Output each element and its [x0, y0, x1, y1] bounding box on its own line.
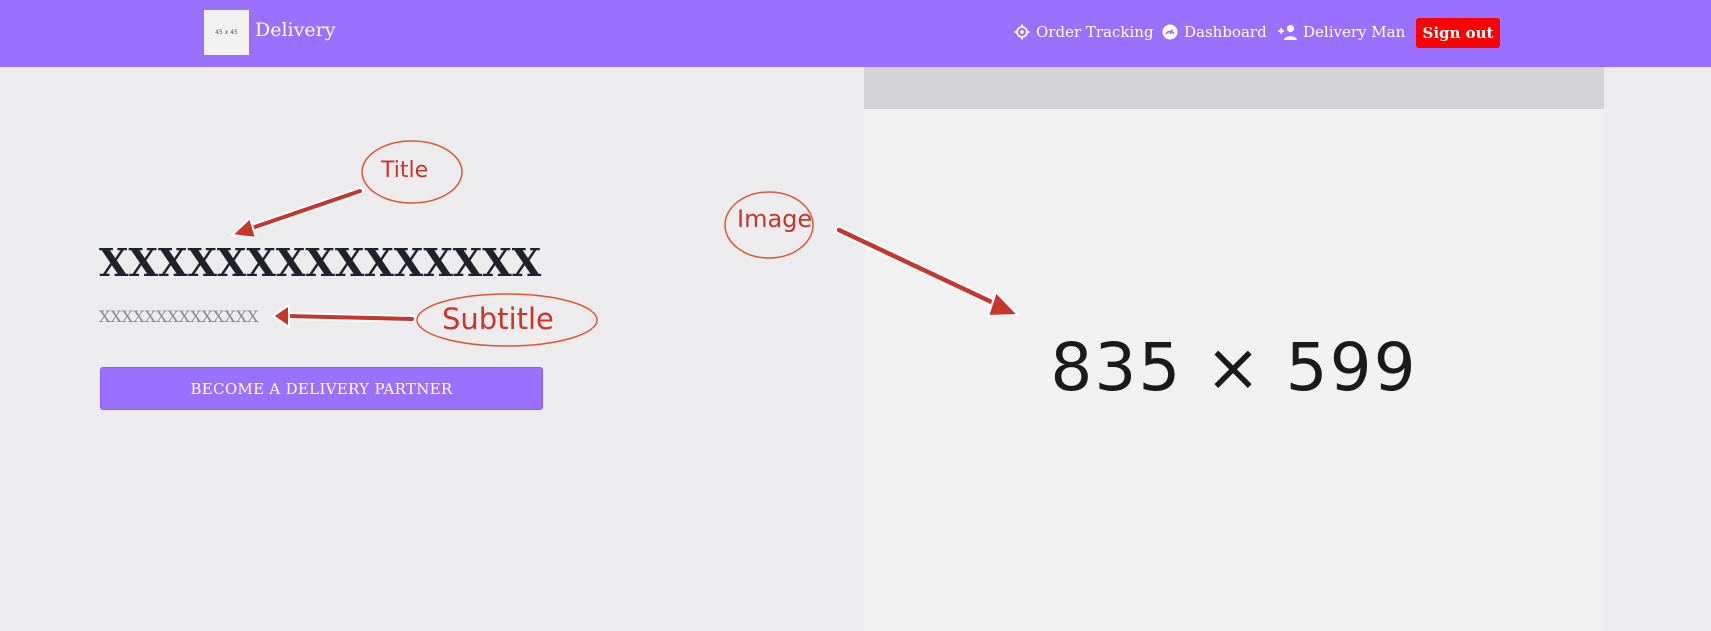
title-arrow-icon — [229, 187, 364, 240]
nav-order-tracking[interactable]: Order Tracking — [1014, 22, 1154, 42]
become-partner-button[interactable]: BECOME A DELIVERY PARTNER — [100, 367, 543, 410]
nav-order-tracking-label: Order Tracking — [1036, 23, 1154, 41]
person-add-icon — [1278, 24, 1297, 40]
logo-placeholder[interactable]: 45 x 45 — [204, 10, 249, 55]
subtitle-annotation-label: Subtitle — [442, 302, 554, 336]
crosshair-icon — [1014, 24, 1030, 40]
sign-out-button[interactable]: Sign out — [1416, 18, 1500, 48]
logo-size-text: 45 x 45 — [215, 29, 238, 36]
subtitle-arrow-icon — [271, 303, 416, 329]
hero-title: XXXXXXXXXXXXXXX — [99, 240, 542, 285]
hero-subtitle: XXXXXXXXXXXXXX — [99, 307, 259, 326]
hero-image-placeholder: 835 × 599 — [864, 67, 1604, 631]
image-annotation-label: Image — [737, 205, 813, 233]
image-top-band — [864, 67, 1604, 109]
gauge-icon — [1162, 24, 1178, 40]
nav-delivery-man[interactable]: Delivery Man — [1278, 22, 1405, 42]
brand-name[interactable]: Delivery — [255, 19, 335, 41]
image-dimensions-text: 835 × 599 — [1050, 329, 1418, 406]
nav-delivery-man-label: Delivery Man — [1303, 23, 1406, 41]
top-navbar: 45 x 45 Delivery Order Tracking Dashboar… — [0, 0, 1711, 67]
nav-dashboard[interactable]: Dashboard — [1162, 22, 1267, 42]
nav-dashboard-label: Dashboard — [1184, 23, 1267, 41]
title-annotation-label: Title — [381, 158, 429, 183]
